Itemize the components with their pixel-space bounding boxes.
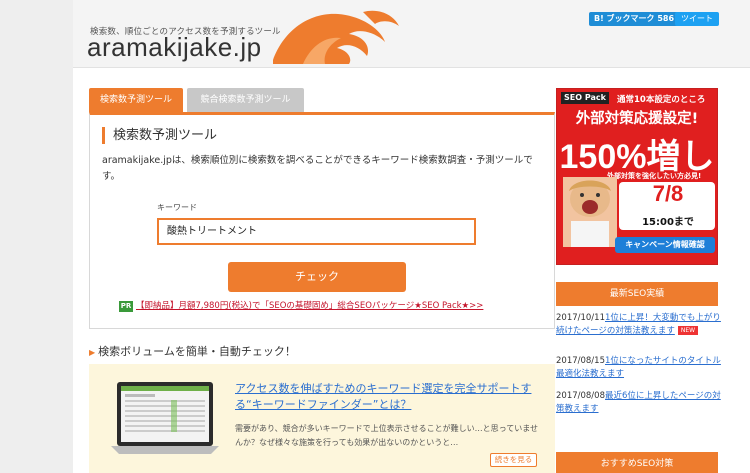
pr-link[interactable]: 【即納品】月額7,980円(税込)で「SEOの基礎固め」総合SEOパッケージ★S… xyxy=(136,299,483,313)
feature-title-link[interactable]: アクセス数を伸ばすためのキーワード選定を完全サポートする“キーワードファインダー… xyxy=(235,381,545,413)
tool-panel: 検索数予測ツール aramakijake.jpは、検索順位別に検索数を調べること… xyxy=(89,112,555,329)
tab-competitor-volume[interactable]: 競合検索数予測ツール xyxy=(187,88,304,112)
laptop-screenshot-icon xyxy=(111,382,219,454)
keyword-label: キーワード xyxy=(157,203,197,212)
section-title: ▶ 検索ボリュームを簡単・自動チェック！ xyxy=(89,343,296,359)
site-logo[interactable]: aramakijake.jp xyxy=(87,32,262,63)
ad-brand: SEO Pack xyxy=(561,92,609,104)
tab-search-volume[interactable]: 検索数予測ツール xyxy=(89,88,183,112)
wave-logo-icon xyxy=(273,10,399,64)
feature-card: アクセス数を伸ばすためのキーワード選定を完全サポートする“キーワードファインダー… xyxy=(89,364,555,473)
arrow-right-icon: ▶ xyxy=(89,348,96,357)
site-header: 検索数、順位ごとのアクセス数を予測するツール aramakijake.jp B!… xyxy=(73,0,750,68)
sidebar-heading-recommended: おすすめSEO対策 xyxy=(556,452,718,473)
new-badge: NEW xyxy=(677,326,699,335)
section-title-text: 検索ボリュームを簡単・自動チェック！ xyxy=(98,345,296,358)
panel-description: aramakijake.jpは、検索順位別に検索数を調べることができるキーワード… xyxy=(102,155,533,182)
ad-date: 7/8 xyxy=(652,181,684,206)
news-item[interactable]: 2017/10/111位に上昇！大変動でも上がり続けたページの対策法教えます NE… xyxy=(556,312,726,338)
keyword-input[interactable]: 酸熱トリートメント xyxy=(157,218,476,245)
ad-subtext: 外部対策を強化したい方必見! xyxy=(607,172,702,180)
check-button[interactable]: チェック xyxy=(228,262,406,292)
seo-pack-ad-banner[interactable]: SEO Pack 通常10本設定のところ 外部対策応援設定! 150%増し 外部… xyxy=(556,88,718,265)
page: 検索数、順位ごとのアクセス数を予測するツール aramakijake.jp B!… xyxy=(73,0,750,473)
news-date: 2017/08/15 xyxy=(556,356,605,366)
news-date: 2017/08/08 xyxy=(556,391,605,401)
feature-description: 需要があり、競合が多いキーワードで上位表示させることが難しい…と思っていませんか… xyxy=(235,424,539,447)
ad-top-text: 通常10本設定のところ xyxy=(617,95,706,105)
ad-time: 15:00まで xyxy=(642,217,694,228)
news-item[interactable]: 2017/08/151位になったサイトのタイトル最適化法教えます xyxy=(556,355,726,381)
ad-cta-button[interactable]: キャンペーン情報確認 xyxy=(615,237,715,253)
pr-badge: PR xyxy=(119,301,133,312)
sidebar-heading-latest: 最新SEO実績 xyxy=(556,282,718,306)
hatena-bookmark-button[interactable]: B! ブックマーク 586 xyxy=(589,12,680,26)
child-photo-icon xyxy=(563,177,617,247)
news-date: 2017/10/11 xyxy=(556,313,605,323)
page-left-gutter xyxy=(0,0,73,473)
read-more-button[interactable]: 続きを見る xyxy=(490,453,537,467)
ad-headline: 外部対策応援設定! xyxy=(575,111,699,127)
panel-title: 検索数予測ツール xyxy=(102,127,217,144)
twitter-tweet-button[interactable]: ツイート xyxy=(675,12,719,26)
news-item[interactable]: 2017/08/08最近6位に上昇したページの対策教えます xyxy=(556,390,726,416)
